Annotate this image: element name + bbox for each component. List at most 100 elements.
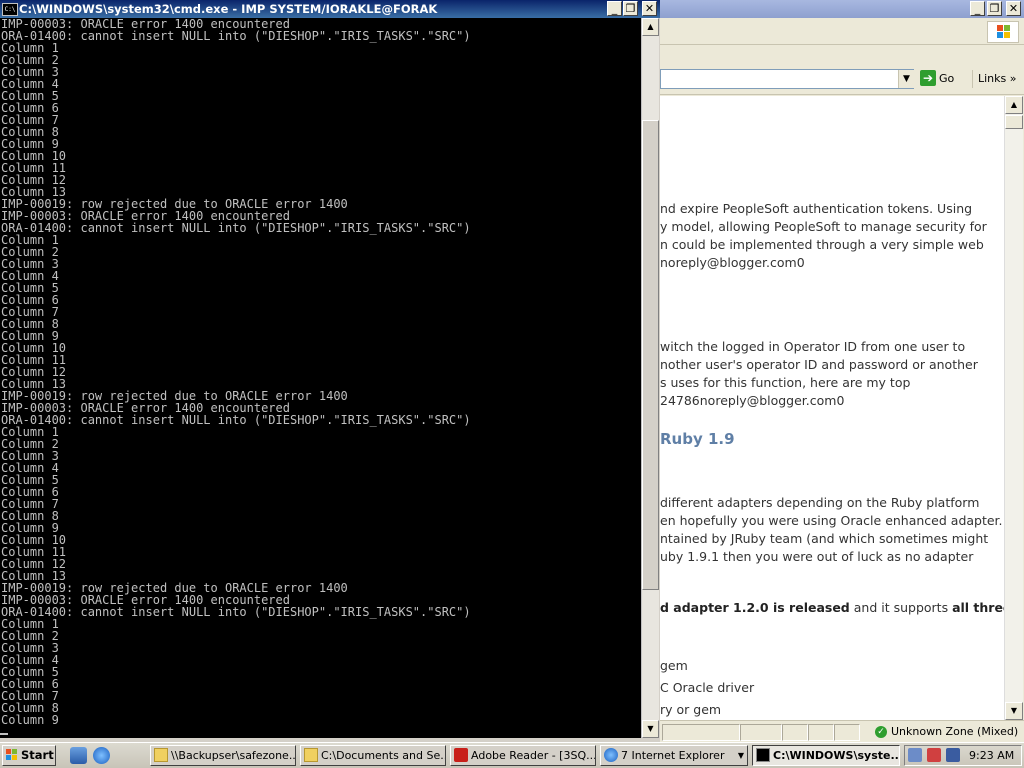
taskbar-button-label: 7 Internet Explorer [621, 749, 725, 762]
system-tray: 9:23 AM [904, 745, 1022, 766]
scroll-thumb[interactable] [1005, 115, 1023, 129]
folder-icon [154, 748, 168, 762]
console-line: Column 3 [1, 65, 59, 79]
browser-restore-button[interactable]: ❐ [987, 1, 1002, 16]
console-line: Column 9 [1, 329, 59, 343]
console-line: Column 7 [1, 689, 59, 703]
network-icon[interactable] [908, 748, 922, 762]
start-button[interactable]: Start [2, 745, 56, 766]
console-cursor [0, 733, 8, 735]
cmd-icon [756, 748, 770, 762]
text-fragment: and it supports [849, 600, 953, 615]
status-cell [782, 724, 808, 741]
content-line: s uses for this function, here are my to… [660, 375, 911, 390]
address-input[interactable] [660, 69, 914, 89]
group-dropdown-icon: ▼ [737, 751, 744, 760]
console-line: ORA-01400: cannot insert NULL into ("DIE… [1, 29, 471, 43]
console-line: Column 8 [1, 701, 59, 715]
taskbar-button-label: Adobe Reader - [3SQ... [471, 749, 596, 762]
console-line: Column 1 [1, 233, 59, 247]
scroll-up-arrow-icon[interactable]: ▲ [1005, 96, 1023, 114]
adobe-reader-icon [454, 748, 468, 762]
cmd-scroll-thumb[interactable] [642, 120, 659, 590]
links-button[interactable]: Links » [972, 70, 1022, 88]
console-line: Column 11 [1, 161, 67, 175]
page-content: nd expire PeopleSoft authentication toke… [660, 96, 1004, 720]
browser-window: _ ❐ ✕ ▼ ➔ Go Links » nd expire PeopleSoft… [660, 0, 1024, 743]
content-line: ntained by JRuby team (and which sometim… [660, 531, 989, 546]
console-line: Column 3 [1, 641, 59, 655]
taskbar-button-backupser[interactable]: \\Backupser\safezone... [150, 745, 296, 766]
content-line: different adapters depending on the Ruby… [660, 495, 980, 510]
cmd-window-title: C:\WINDOWS\system32\cmd.exe - IMP SYSTEM… [19, 2, 438, 16]
content-line: noreply@blogger.com0 [660, 255, 805, 270]
scroll-down-arrow-icon[interactable]: ▼ [1005, 702, 1023, 720]
taskbar-button-cmd[interactable]: C:\WINDOWS\syste... [752, 745, 900, 766]
cmd-titlebar[interactable]: C:\ C:\WINDOWS\system32\cmd.exe - IMP SY… [0, 0, 660, 18]
cmd-vertical-scrollbar[interactable]: ▲ ▼ [641, 18, 659, 738]
antivirus-icon[interactable] [927, 748, 941, 762]
go-button[interactable]: ➔ Go [920, 70, 964, 88]
cmd-scroll-down-arrow-icon[interactable]: ▼ [642, 720, 659, 738]
browser-toolbar [660, 18, 1024, 45]
console-line: Column 2 [1, 437, 59, 451]
console-line: Column 6 [1, 293, 59, 307]
browser-close-button[interactable]: ✕ [1006, 1, 1021, 16]
console-line: Column 8 [1, 317, 59, 331]
content-line-mixed: d adapter 1.2.0 is released and it suppo… [660, 600, 1004, 615]
cmd-restore-button[interactable]: ❐ [623, 1, 638, 16]
browser-titlebar: _ ❐ ✕ [660, 0, 1024, 18]
console-line: Column 10 [1, 149, 67, 163]
content-line: nd expire PeopleSoft authentication toke… [660, 201, 973, 216]
console-line: Column 2 [1, 53, 59, 67]
taskbar-button-internet-explorer[interactable]: 7 Internet Explorer ▼ [600, 745, 748, 766]
browser-vertical-scrollbar[interactable]: ▲ ▼ [1004, 96, 1023, 720]
taskbar-button-documents[interactable]: C:\Documents and Se... [300, 745, 446, 766]
browser-statusbar: ✓ Unknown Zone (Mixed) [660, 720, 1024, 743]
zone-label: Unknown Zone (Mixed) [891, 725, 1019, 738]
console-line: Column 3 [1, 257, 59, 271]
console-line: Column 5 [1, 89, 59, 103]
console-line: Column 2 [1, 629, 59, 643]
taskbar-button-label: C:\Documents and Se... [321, 749, 446, 762]
bold-fragment: all three [952, 600, 1004, 615]
console-line: Column 6 [1, 485, 59, 499]
console-line: Column 9 [1, 521, 59, 535]
content-line: uby 1.9.1 then you were out of luck as n… [660, 549, 974, 564]
content-line: ry or gem [660, 702, 722, 717]
console-line: ORA-01400: cannot insert NULL into ("DIE… [1, 413, 471, 427]
console-line: Column 3 [1, 449, 59, 463]
quicklaunch-outlook-icon[interactable] [70, 747, 87, 764]
console-line: Column 7 [1, 497, 59, 511]
taskbar-button-adobe-reader[interactable]: Adobe Reader - [3SQ... [450, 745, 596, 766]
content-line: y model, allowing PeopleSoft to manage s… [660, 219, 987, 234]
security-zone[interactable]: ✓ Unknown Zone (Mixed) [872, 724, 1022, 739]
cmd-minimize-button[interactable]: _ [607, 1, 622, 16]
address-dropdown-icon[interactable]: ▼ [898, 70, 914, 88]
console-line: Column 4 [1, 653, 59, 667]
article-heading[interactable]: Ruby 1.9 [660, 430, 735, 448]
taskbar-button-label: \\Backupser\safezone... [171, 749, 296, 762]
check-icon: ✓ [875, 726, 887, 738]
cmd-close-button[interactable]: ✕ [642, 1, 657, 16]
console-line: Column 4 [1, 461, 59, 475]
address-bar: ▼ ➔ Go Links » [660, 64, 1024, 95]
console-line: Column 5 [1, 473, 59, 487]
quicklaunch-ie-icon[interactable] [93, 747, 110, 764]
console-line: Column 4 [1, 269, 59, 283]
content-line: n could be implemented through a very si… [660, 237, 984, 252]
console-line: Column 9 [1, 137, 59, 151]
cmd-scroll-up-arrow-icon[interactable]: ▲ [642, 18, 659, 36]
console-line: ORA-01400: cannot insert NULL into ("DIE… [1, 605, 471, 619]
console-output: IMP-00003: ORACLE error 1400 encountered… [0, 18, 641, 726]
console-line: Column 8 [1, 509, 59, 523]
clock[interactable]: 9:23 AM [969, 746, 1014, 765]
cmd-window-icon[interactable]: C:\ [2, 3, 18, 16]
windows-logo-icon [6, 749, 18, 761]
browser-minimize-button[interactable]: _ [970, 1, 985, 16]
content-line: witch the logged in Operator ID from one… [660, 339, 966, 354]
monitor-icon[interactable] [946, 748, 960, 762]
console-line: Column 4 [1, 77, 59, 91]
taskbar-button-label: C:\WINDOWS\syste... [773, 749, 900, 762]
console-area[interactable]: IMP-00003: ORACLE error 1400 encountered… [0, 18, 641, 738]
